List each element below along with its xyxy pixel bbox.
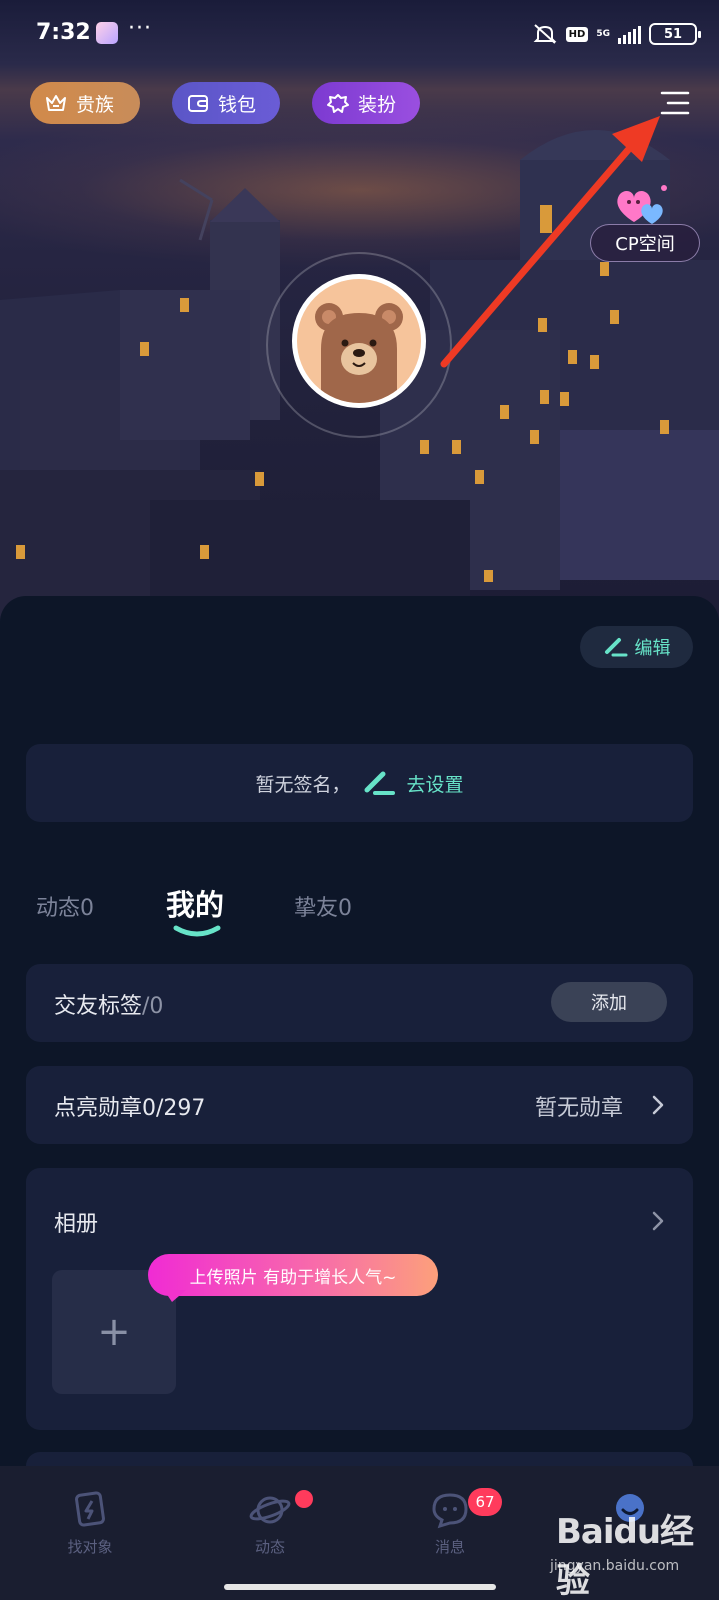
outfit-icon (327, 94, 349, 113)
bear-avatar-icon (315, 303, 403, 403)
tab-active-indicator (173, 925, 221, 937)
wallet-label: 钱包 (218, 93, 257, 116)
battery-icon: 51 (649, 23, 701, 45)
status-indicators: HD 5G 51 (532, 22, 701, 46)
battery-level: 51 (663, 26, 683, 42)
album-label: 相册 (54, 1212, 99, 1237)
cp-space-label: CP空间 (615, 234, 675, 255)
chevron-right-icon (652, 1095, 664, 1115)
chevron-right-icon[interactable] (649, 1208, 667, 1234)
friend-tags-count: /0 (142, 994, 164, 1019)
nav-messages-label: 消息 (434, 1538, 465, 1556)
nav-find-match[interactable]: 找对象 (30, 1490, 150, 1557)
status-time: 7:32 (36, 20, 91, 45)
medals-row[interactable]: 点亮勋章0/297 暂无勋章 (26, 1066, 693, 1144)
chat-icon (432, 1493, 468, 1529)
cp-space-button[interactable]: CP空间 (590, 224, 700, 262)
crown-icon (46, 95, 66, 111)
medals-status: 暂无勋章 (534, 1096, 623, 1121)
hd-call-badge: HD (565, 26, 589, 42)
home-indicator[interactable] (224, 1584, 496, 1590)
tip-bubble-tail (164, 1290, 186, 1302)
signature-empty-text: 暂无签名， (255, 773, 351, 796)
friend-tags-title: 交友标签/0 (54, 988, 163, 1020)
tab-mine[interactable]: 我的 (166, 882, 224, 924)
set-signature-link[interactable]: 去设置 (407, 770, 464, 797)
planet-icon (249, 1496, 291, 1524)
wallet-icon (188, 95, 208, 112)
edit-profile-button[interactable]: 编辑 (580, 626, 693, 668)
cards-icon (75, 1491, 105, 1527)
album-section: 相册 + (26, 1168, 693, 1430)
pen-icon (604, 638, 627, 657)
friend-tags-row[interactable]: 交友标签/0 添加 (26, 964, 693, 1042)
nav-find-label: 找对象 (67, 1538, 113, 1556)
wallet-button[interactable]: 钱包 (172, 82, 280, 124)
add-tag-button[interactable]: 添加 (551, 982, 667, 1022)
menu-icon[interactable] (660, 88, 690, 118)
friend-tags-label: 交友标签 (54, 994, 143, 1019)
cp-hearts-icon[interactable] (612, 182, 672, 228)
avatar[interactable] (292, 274, 426, 408)
pen-icon (364, 771, 395, 795)
dress-up-button[interactable]: 装扮 (312, 82, 420, 124)
tab-close-friends[interactable]: 挚友0 (294, 890, 352, 922)
messages-unread-badge: 67 (468, 1488, 502, 1516)
signal-strength-icon (618, 24, 641, 44)
dress-up-label: 装扮 (358, 93, 397, 116)
silent-bell-icon (533, 24, 557, 44)
network-type: 5G (596, 28, 610, 39)
more-notifications-icon: ··· (128, 16, 152, 41)
dynamics-unread-dot (295, 1490, 313, 1508)
watermark-url: jingyan.baidu.com (550, 1558, 680, 1574)
status-bar: 7:32 ··· HD 5G 51 (0, 0, 719, 70)
upload-tip-text: 上传照片 有助于增长人气~ (189, 1267, 397, 1288)
noble-label: 贵族 (76, 93, 115, 116)
upload-tip-bubble: 上传照片 有助于增长人气~ (148, 1254, 438, 1296)
baidu-jingyan-watermark: Baidu经验 jingyan.baidu.com (548, 1504, 708, 1600)
medals-label: 点亮勋章0/297 (54, 1096, 206, 1121)
tab-dynamics[interactable]: 动态0 (36, 890, 94, 922)
signature-box[interactable]: 暂无签名， 去设置 (26, 744, 693, 822)
edit-label: 编辑 (634, 638, 671, 659)
noble-button[interactable]: 贵族 (30, 82, 140, 124)
watermark-logo: Baidu经验 (556, 1512, 694, 1600)
profile-tabs: 动态0 我的 挚友0 (0, 880, 719, 940)
nav-dynamics-label: 动态 (254, 1538, 285, 1556)
app-notification-icon (96, 22, 118, 44)
